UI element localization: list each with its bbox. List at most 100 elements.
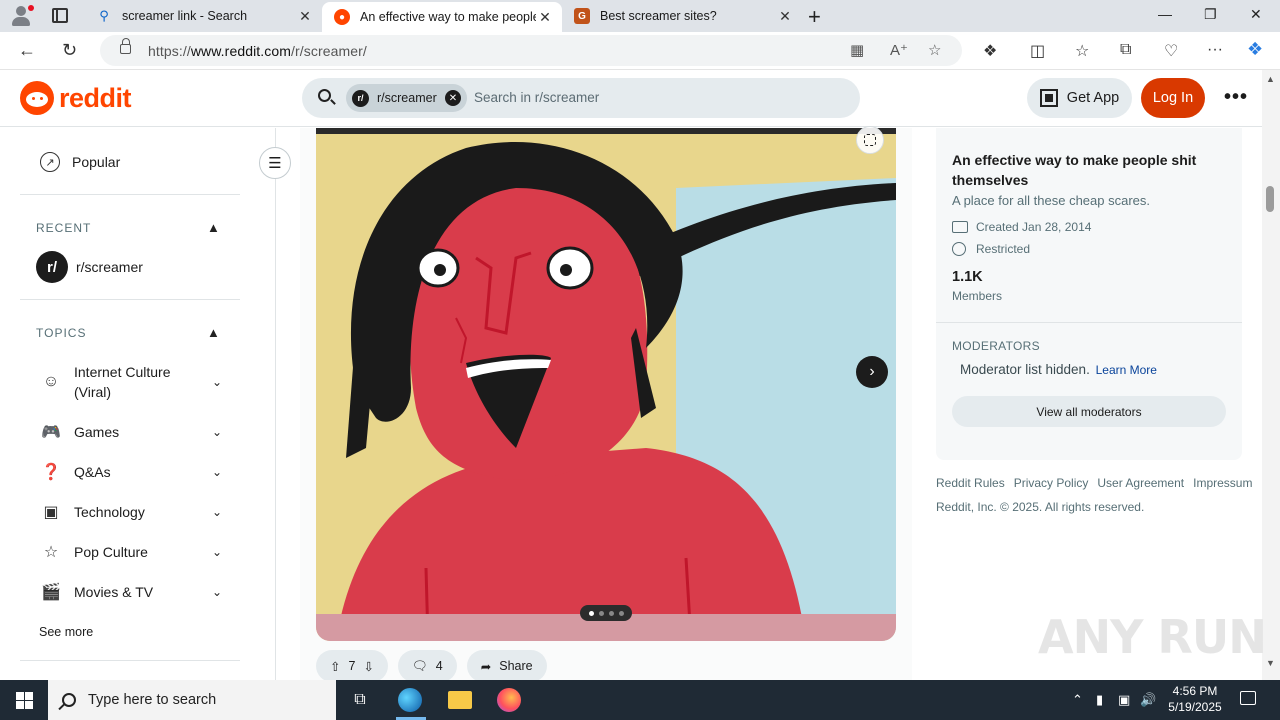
- device-icon[interactable]: ▮: [1096, 692, 1103, 708]
- collections-icon[interactable]: ⧉: [1120, 41, 1131, 59]
- profile-icon[interactable]: [10, 5, 34, 27]
- created-date: Created Jan 28, 2014: [952, 220, 1091, 234]
- gallery-dot[interactable]: [618, 610, 624, 616]
- system-clock[interactable]: 4:56 PM 5/19/2025: [1160, 683, 1230, 715]
- expand-image-icon[interactable]: [856, 126, 884, 154]
- notifications-icon[interactable]: [1240, 691, 1256, 705]
- sidebar-item-popular[interactable]: ↗ Popular: [20, 150, 240, 174]
- reddit-logo[interactable]: reddit: [20, 81, 132, 115]
- task-view-icon[interactable]: ⧉: [348, 688, 372, 712]
- gallery-dot[interactable]: [598, 610, 604, 616]
- collapse-sidebar-icon[interactable]: ☰: [259, 147, 291, 179]
- address-toolbar: ← ↻ https://www.reddit.com/r/screamer/ ▦…: [0, 32, 1280, 70]
- back-icon[interactable]: ←: [18, 40, 36, 61]
- view-all-moderators-button[interactable]: View all moderators: [952, 396, 1226, 427]
- split-screen-icon[interactable]: ◫: [1030, 41, 1045, 61]
- browser-tab-best-screamer[interactable]: G Best screamer sites? ✕: [562, 0, 802, 32]
- restore-icon[interactable]: ❐: [1204, 6, 1217, 23]
- sidebar-item-qas[interactable]: ❓ Q&As ⌄: [20, 462, 240, 482]
- comment-count: 4: [435, 659, 443, 673]
- remove-chip-icon[interactable]: ✕: [445, 90, 461, 106]
- tab-title: Best screamer sites?: [600, 9, 717, 23]
- chevron-down-icon[interactable]: ⌄: [212, 375, 222, 389]
- tab-actions-icon[interactable]: [52, 8, 68, 23]
- minimize-icon[interactable]: —: [1158, 6, 1172, 22]
- volume-icon[interactable]: 🔊: [1140, 692, 1156, 708]
- browser-tab-reddit[interactable]: ● An effective way to make people ✕: [322, 2, 562, 32]
- file-explorer-icon[interactable]: [448, 691, 472, 709]
- get-app-button[interactable]: Get App: [1027, 78, 1132, 118]
- user-agreement-link[interactable]: User Agreement: [1097, 476, 1184, 490]
- restricted-icon: [952, 242, 966, 256]
- firefox-icon[interactable]: [497, 688, 521, 712]
- reddit-rules-link[interactable]: Reddit Rules: [936, 476, 1005, 490]
- taskbar-search-input[interactable]: Type here to search: [48, 680, 336, 720]
- scroll-up-icon[interactable]: ▲: [1266, 74, 1275, 84]
- upvote-icon[interactable]: ⇧: [330, 659, 340, 674]
- browser-tab-search[interactable]: ⚲ screamer link - Search ✕: [84, 0, 322, 32]
- search-input[interactable]: r/ r/screamer ✕ Search in r/screamer: [302, 78, 860, 118]
- browser-essentials-icon[interactable]: ♡: [1164, 41, 1178, 61]
- browser-tab-bar: ⚲ screamer link - Search ✕ ● An effectiv…: [0, 0, 1280, 32]
- next-image-icon[interactable]: ›: [856, 356, 888, 388]
- sidebar-item-label: Pop Culture: [74, 544, 148, 560]
- app-available-icon[interactable]: ▦: [850, 41, 864, 59]
- close-tab-icon[interactable]: ✕: [776, 8, 794, 25]
- more-options-icon[interactable]: •••: [1224, 86, 1248, 109]
- share-button[interactable]: ➦ Share: [466, 650, 547, 682]
- extensions-icon[interactable]: ❖: [983, 41, 997, 61]
- post-gallery-image[interactable]: [316, 128, 896, 641]
- topics-heading[interactable]: TOPICS: [36, 326, 86, 340]
- privacy-policy-link[interactable]: Privacy Policy: [1014, 476, 1089, 490]
- gallery-dot[interactable]: [588, 610, 594, 616]
- sidebar-item-pop-culture[interactable]: ☆ Pop Culture ⌄: [20, 542, 240, 562]
- new-tab-icon[interactable]: +: [808, 4, 821, 30]
- windows-start-icon[interactable]: [16, 692, 33, 709]
- edge-browser-icon[interactable]: [398, 688, 422, 712]
- chevron-up-icon[interactable]: ▲: [207, 325, 220, 340]
- sidebar-item-label: Q&As: [74, 464, 111, 480]
- chevron-up-icon[interactable]: ▲: [207, 220, 220, 235]
- close-tab-icon[interactable]: ✕: [296, 8, 314, 25]
- downvote-icon[interactable]: ⇩: [363, 659, 373, 674]
- login-button[interactable]: Log In: [1141, 78, 1205, 118]
- network-icon[interactable]: ▣: [1118, 692, 1130, 708]
- sidebar-item-technology[interactable]: ▣ Technology ⌄: [20, 502, 240, 522]
- sidebar-item-r-screamer[interactable]: r/ r/screamer: [20, 251, 240, 283]
- anyrun-watermark: ANY RUN: [1038, 610, 1267, 664]
- chevron-down-icon[interactable]: ⌄: [212, 425, 222, 439]
- favorites-icon[interactable]: ☆: [1075, 41, 1089, 61]
- chevron-down-icon[interactable]: ⌄: [212, 505, 222, 519]
- copilot-icon[interactable]: ❖: [1247, 39, 1263, 60]
- chevron-down-icon[interactable]: ⌄: [212, 585, 222, 599]
- chevron-down-icon[interactable]: ⌄: [212, 545, 222, 559]
- favorite-star-icon[interactable]: ☆: [928, 41, 941, 59]
- settings-more-icon[interactable]: ···: [1207, 41, 1223, 59]
- community-chip[interactable]: r/ r/screamer ✕: [346, 84, 467, 112]
- recent-heading[interactable]: RECENT: [36, 221, 91, 235]
- impressum-link[interactable]: Impressum: [1193, 476, 1252, 490]
- scroll-down-icon[interactable]: ▼: [1266, 658, 1275, 668]
- learn-more-link[interactable]: Learn More: [1096, 363, 1157, 377]
- close-window-icon[interactable]: ✕: [1250, 6, 1262, 23]
- chevron-down-icon[interactable]: ⌄: [212, 465, 222, 479]
- clock-date: 5/19/2025: [1168, 700, 1222, 714]
- divider: [20, 299, 240, 300]
- screamer-drawing: [316, 128, 896, 641]
- sidebar-item-internet-culture[interactable]: ☺ Internet Culture (Viral) ⌄: [20, 362, 240, 402]
- scrollbar-thumb[interactable]: [1266, 186, 1274, 212]
- close-tab-icon[interactable]: ✕: [536, 9, 554, 26]
- show-hidden-icons-icon[interactable]: ⌃: [1072, 692, 1083, 708]
- read-aloud-icon[interactable]: A⁺: [890, 41, 908, 59]
- lock-icon[interactable]: [120, 38, 131, 54]
- refresh-icon[interactable]: ↻: [62, 40, 77, 61]
- url-text[interactable]: https://www.reddit.com/r/screamer/: [148, 43, 367, 59]
- see-more-link[interactable]: See more: [39, 625, 93, 639]
- sidebar-item-movies-tv[interactable]: 🎬 Movies & TV ⌄: [20, 582, 240, 602]
- tab-title: An effective way to make people: [360, 10, 536, 24]
- address-bar[interactable]: https://www.reddit.com/r/screamer/ ▦ A⁺ …: [100, 35, 962, 66]
- page-scrollbar[interactable]: ▲ ▼: [1262, 70, 1280, 680]
- comments-button[interactable]: 🗨 4: [397, 650, 457, 682]
- gallery-dot[interactable]: [608, 610, 614, 616]
- sidebar-item-games[interactable]: 🎮 Games ⌄: [20, 422, 240, 442]
